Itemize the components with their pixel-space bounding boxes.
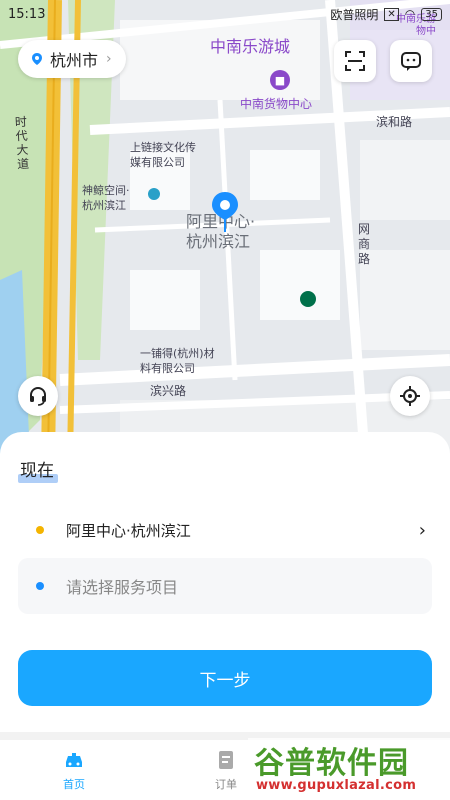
car-icon: [66, 753, 82, 767]
map-label-space: 神鲸空间· 杭州滨江: [82, 183, 130, 213]
tab-home-label: 首页: [63, 778, 85, 791]
to-dot-icon: [36, 582, 44, 590]
company1-line1: 上链接文化传: [130, 141, 196, 154]
time-selector[interactable]: 现在: [20, 456, 54, 481]
from-dot-icon: [36, 526, 44, 534]
battery-icon: 35: [421, 7, 442, 21]
order-panel: 现在 阿里中心·杭州滨江 › 请选择服务项目 下一步: [0, 432, 450, 732]
map-label-district: 中南乐游城: [210, 37, 291, 56]
locate-me-button[interactable]: [390, 376, 430, 416]
next-step-button[interactable]: 下一步: [18, 650, 432, 706]
map-label-company1: 上链接文化传 媒有限公司: [130, 140, 196, 170]
space-line1: 神鲸空间·: [82, 184, 130, 197]
from-location-text: 阿里中心·杭州滨江: [66, 521, 191, 540]
tab-home[interactable]: 首页: [34, 748, 114, 792]
notification-x-icon: ✕: [384, 7, 399, 21]
starbucks-icon: [300, 291, 316, 307]
headset-icon: [30, 387, 46, 406]
watermark-url: www.gupuxlazal.com: [256, 778, 417, 793]
company2-line1: 一铺得(杭州)材: [140, 347, 215, 360]
city-name: 杭州市: [50, 51, 99, 70]
map-label-company2: 一铺得(杭州)材 料有限公司: [140, 346, 215, 376]
company2-line2: 料有限公司: [140, 362, 195, 375]
service-select-field[interactable]: 请选择服务项目: [18, 558, 432, 614]
scan-icon: [345, 51, 365, 71]
from-location-row[interactable]: 阿里中心·杭州滨江 ›: [18, 508, 432, 552]
map-label-mall: 中南货物中心: [240, 97, 313, 111]
wifi-icon: ◠: [404, 7, 416, 21]
status-time: 15:13: [8, 6, 46, 22]
location-pin-icon: [210, 190, 240, 238]
map-label-road-binhe: 滨和路: [376, 115, 413, 129]
status-bar: 15:13 欧普照明 ✕ ◠ 35: [0, 0, 450, 28]
mall-icon: ■: [270, 70, 290, 90]
location-marker-icon: [32, 53, 42, 65]
chat-icon: [401, 52, 421, 71]
status-right: 欧普照明 ✕ ◠ 35: [330, 6, 442, 23]
tab-orders-label: 订单: [215, 778, 237, 791]
space-poi-icon: [148, 188, 160, 200]
city-selector[interactable]: 杭州市 ›: [18, 40, 126, 78]
chevron-right-icon: ›: [106, 51, 112, 67]
company1-line2: 媒有限公司: [130, 156, 185, 169]
space-line2: 杭州滨江: [82, 199, 126, 212]
customer-service-button[interactable]: [18, 376, 58, 416]
map-label-road-wangshang: 网商路: [358, 222, 371, 266]
message-button[interactable]: [390, 40, 432, 82]
chevron-right-icon: ›: [418, 519, 426, 541]
watermark: 谷普软件园 www.gupuxlazal.com: [248, 738, 450, 800]
crosshair-icon: [400, 386, 420, 406]
service-placeholder: 请选择服务项目: [66, 578, 179, 597]
map-label-road-binxing: 滨兴路: [150, 384, 187, 398]
watermark-title: 谷普软件园: [254, 746, 409, 781]
scan-button[interactable]: [334, 40, 376, 82]
map-label-road-shidai: 时代大道: [14, 114, 30, 172]
status-carrier: 欧普照明: [330, 7, 379, 22]
order-list-icon: [219, 751, 233, 769]
